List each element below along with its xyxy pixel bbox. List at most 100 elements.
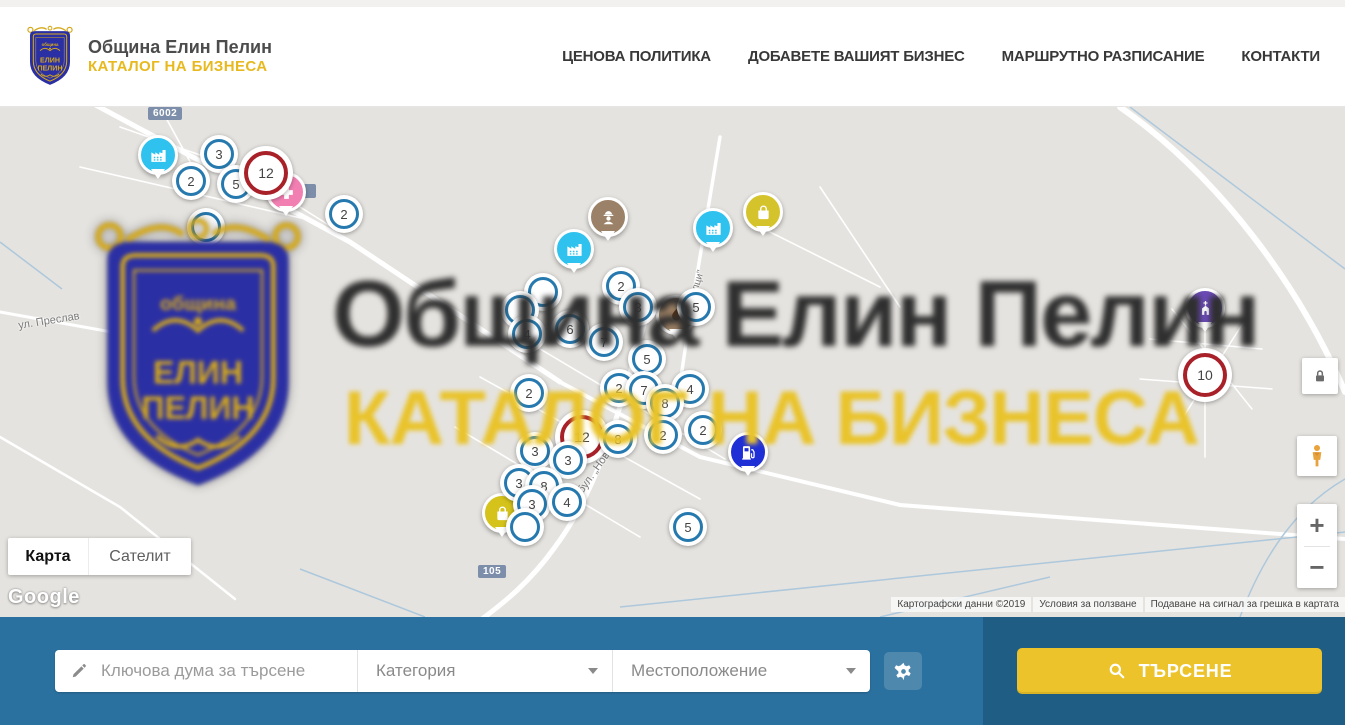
location-select[interactable]: Местоположение: [613, 650, 870, 692]
category-select-value: Категория: [376, 661, 455, 681]
shopping-bag-pin[interactable]: [743, 192, 783, 232]
map-cluster[interactable]: 4: [508, 315, 546, 353]
map-type-map-button[interactable]: Карта: [8, 538, 89, 575]
gear-icon: [893, 661, 914, 682]
chevron-down-icon: [588, 668, 598, 674]
chevron-down-icon: [846, 668, 856, 674]
zoom-out-button[interactable]: −: [1297, 547, 1337, 588]
church-icon: [1196, 299, 1215, 318]
factory-pin[interactable]: [693, 208, 733, 248]
cluster-count: 3: [634, 300, 641, 315]
window-top-strip: [0, 0, 1345, 7]
cluster-count: 10: [1197, 367, 1213, 383]
zoom-in-button[interactable]: +: [1297, 505, 1337, 546]
nav-contacts[interactable]: КОНТАКТИ: [1241, 48, 1320, 65]
shopping-bag-icon: [754, 203, 773, 222]
fuel-pump-pin[interactable]: [728, 432, 768, 472]
church-pin[interactable]: [1185, 288, 1225, 328]
cluster-count: 2: [615, 381, 622, 396]
cluster-count: 5: [643, 352, 650, 367]
keyword-search-input[interactable]: [99, 660, 345, 682]
google-logo[interactable]: Google: [8, 586, 80, 609]
map-cluster[interactable]: 12: [239, 146, 293, 200]
map-cluster[interactable]: 2: [325, 195, 363, 233]
factory-icon: [149, 146, 168, 165]
cluster-count: 8: [661, 396, 668, 411]
map-cluster[interactable]: [506, 508, 544, 546]
road-shield-label: 105: [478, 565, 506, 578]
street-view-pegman-button[interactable]: [1297, 436, 1337, 476]
map-cluster[interactable]: 5: [677, 288, 715, 326]
keyword-section: [55, 650, 358, 692]
search-button-label: ТЪРСЕНЕ: [1139, 661, 1233, 682]
cluster-count: 3: [564, 453, 571, 468]
cluster-count: 2: [659, 428, 666, 443]
search-button[interactable]: ТЪРСЕНЕ: [1017, 648, 1322, 694]
nav-add-your-business[interactable]: ДОБАВЕТЕ ВАШИЯТ БИЗНЕС: [748, 48, 965, 65]
site-logo[interactable]: Община Елин Пелин КАТАЛОГ НА БИЗНЕСА: [25, 25, 272, 88]
attribution-report-error-link[interactable]: Подаване на сигнал за грешка в картата: [1145, 597, 1345, 612]
search-field-group: Категория Местоположение: [55, 650, 870, 692]
factory-pin[interactable]: [138, 135, 178, 175]
lock-icon: [1312, 368, 1328, 384]
category-select[interactable]: Категория: [358, 650, 613, 692]
map-lock-button[interactable]: [1302, 358, 1338, 394]
nav-route-schedule[interactable]: МАРШРУТНО РАЗПИСАНИЕ: [1002, 48, 1205, 65]
factory-pin[interactable]: [554, 229, 594, 269]
map-type-satellite-button[interactable]: Сателит: [89, 538, 191, 575]
cluster-count: 7: [600, 335, 607, 350]
attribution-terms-link[interactable]: Условия за ползване: [1033, 597, 1142, 612]
cluster-count: 5: [692, 300, 699, 315]
pencil-icon: [69, 661, 89, 681]
attribution-copyright: Картографски данни ©2019: [891, 597, 1031, 612]
nav-pricing-policy[interactable]: ЦЕНОВА ПОЛИТИКА: [562, 48, 711, 65]
map-canvas[interactable]: 6002 105 ул. Преслав бул. „Новосел лци" …: [0, 107, 1345, 617]
map-cluster[interactable]: 3: [619, 288, 657, 326]
search-panel: Категория Местоположение ТЪРСЕНЕ: [0, 617, 1345, 725]
map-cluster[interactable]: 2: [510, 374, 548, 412]
map-attribution: Картографски данни ©2019 Условия за полз…: [891, 597, 1345, 612]
map-cluster[interactable]: 2: [172, 162, 210, 200]
factory-icon: [704, 219, 723, 238]
cluster-count: 3: [531, 444, 538, 459]
municipality-crest-icon: [25, 25, 75, 88]
map-cluster[interactable]: 8: [599, 420, 637, 458]
map-cluster[interactable]: 6: [551, 310, 589, 348]
map-cluster[interactable]: 10: [1178, 348, 1232, 402]
cluster-count: 6: [566, 322, 573, 337]
map-zoom-control: + −: [1297, 504, 1337, 588]
fuel-pump-icon: [739, 443, 758, 462]
site-title: Община Елин Пелин: [88, 36, 272, 59]
site-header: Община Елин Пелин КАТАЛОГ НА БИЗНЕСА ЦЕН…: [0, 7, 1345, 107]
map-cluster[interactable]: 2: [684, 411, 722, 449]
location-select-value: Местоположение: [631, 661, 767, 681]
map-type-control: Карта Сателит: [8, 538, 191, 575]
map-cluster[interactable]: [187, 208, 225, 246]
cluster-count: 2: [699, 423, 706, 438]
cluster-count: 3: [215, 147, 222, 162]
site-subtitle: КАТАЛОГ НА БИЗНЕСА: [88, 58, 272, 77]
map-cluster[interactable]: 5: [669, 508, 707, 546]
map-cluster[interactable]: 2: [644, 416, 682, 454]
cluster-count: 5: [684, 520, 691, 535]
cluster-count: 4: [686, 382, 693, 397]
search-settings-button[interactable]: [884, 652, 922, 690]
cluster-count: 2: [187, 174, 194, 189]
cluster-count: 5: [232, 177, 239, 192]
map-cluster[interactable]: 4: [548, 483, 586, 521]
cluster-count: 2: [617, 279, 624, 294]
cluster-count: 4: [523, 327, 530, 342]
map-cluster[interactable]: 7: [585, 323, 623, 361]
main-nav: ЦЕНОВА ПОЛИТИКА ДОБАВЕТЕ ВАШИЯТ БИЗНЕС М…: [562, 48, 1320, 65]
hard-hat-worker-icon: [599, 208, 618, 227]
pegman-icon: [1304, 443, 1330, 469]
factory-icon: [565, 240, 584, 259]
cluster-count: 2: [340, 207, 347, 222]
magnifier-icon: [1107, 661, 1127, 681]
road-shield-label: 6002: [148, 107, 182, 120]
cluster-count: 12: [258, 165, 274, 181]
cluster-count: 2: [525, 386, 532, 401]
hard-hat-worker-pin[interactable]: [588, 197, 628, 237]
cluster-count: 4: [563, 495, 570, 510]
cluster-count: 8: [614, 432, 621, 447]
